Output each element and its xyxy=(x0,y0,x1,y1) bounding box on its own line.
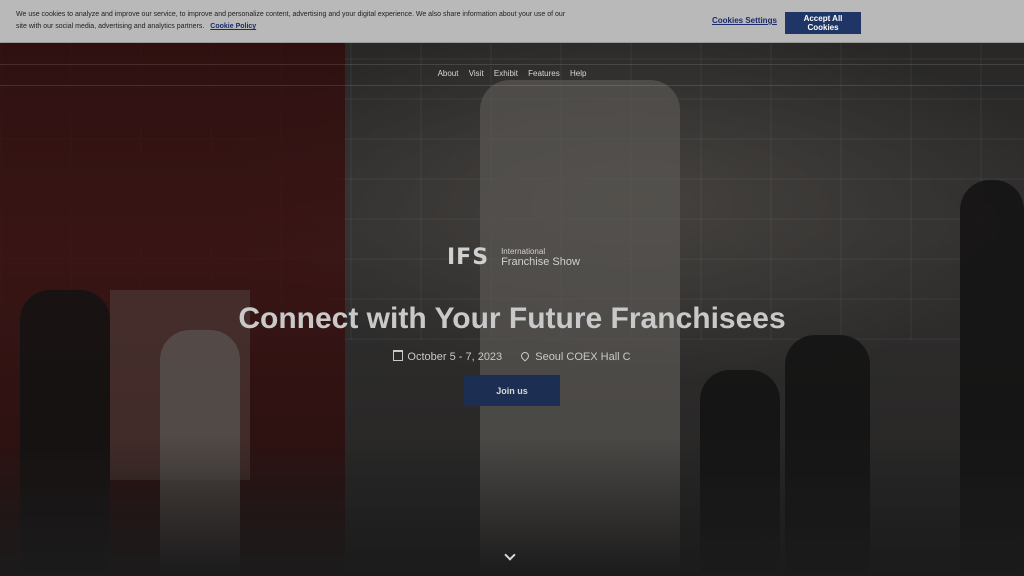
cookies-settings-link[interactable]: Cookies Settings xyxy=(712,16,777,25)
accept-all-cookies-button[interactable]: Accept All Cookies xyxy=(785,12,861,34)
event-dates-text: October 5 - 7, 2023 xyxy=(407,351,503,363)
calendar-icon xyxy=(393,350,404,361)
ifs-logo[interactable]: IFS International Franchise Show xyxy=(447,244,580,270)
event-location-text: Seoul COEX Hall C xyxy=(535,351,631,363)
nav-item-visit[interactable]: Visit xyxy=(469,69,484,78)
cookie-banner: We use cookies to analyze and improve ou… xyxy=(0,0,1024,43)
hero-headline: Connect with Your Future Franchisees xyxy=(238,302,786,335)
event-dates: October 5 - 7, 2023 xyxy=(393,350,505,363)
nav-item-exhibit[interactable]: Exhibit xyxy=(494,69,518,78)
nav-item-features[interactable]: Features xyxy=(528,69,560,78)
nav-item-help[interactable]: Help xyxy=(570,69,586,78)
join-us-button[interactable]: Join us xyxy=(464,375,560,406)
logo-line-2: Franchise Show xyxy=(501,256,580,268)
logo-mark: IFS xyxy=(447,244,490,270)
hero-background xyxy=(0,0,1024,576)
chevron-down-icon[interactable] xyxy=(505,551,515,561)
logo-text: International Franchise Show xyxy=(501,246,580,268)
cookie-policy-link[interactable]: Cookie Policy xyxy=(210,23,256,30)
dark-overlay xyxy=(0,0,1024,576)
cookie-message: We use cookies to analyze and improve ou… xyxy=(16,11,566,30)
main-nav: About Visit Exhibit Features Help xyxy=(0,64,1024,86)
nav-item-about[interactable]: About xyxy=(438,69,459,78)
map-pin-icon xyxy=(519,350,531,362)
event-location: Seoul COEX Hall C xyxy=(519,350,631,363)
event-meta: October 5 - 7, 2023 Seoul COEX Hall C xyxy=(0,350,1024,363)
cookie-text: We use cookies to analyze and improve ou… xyxy=(16,9,576,33)
